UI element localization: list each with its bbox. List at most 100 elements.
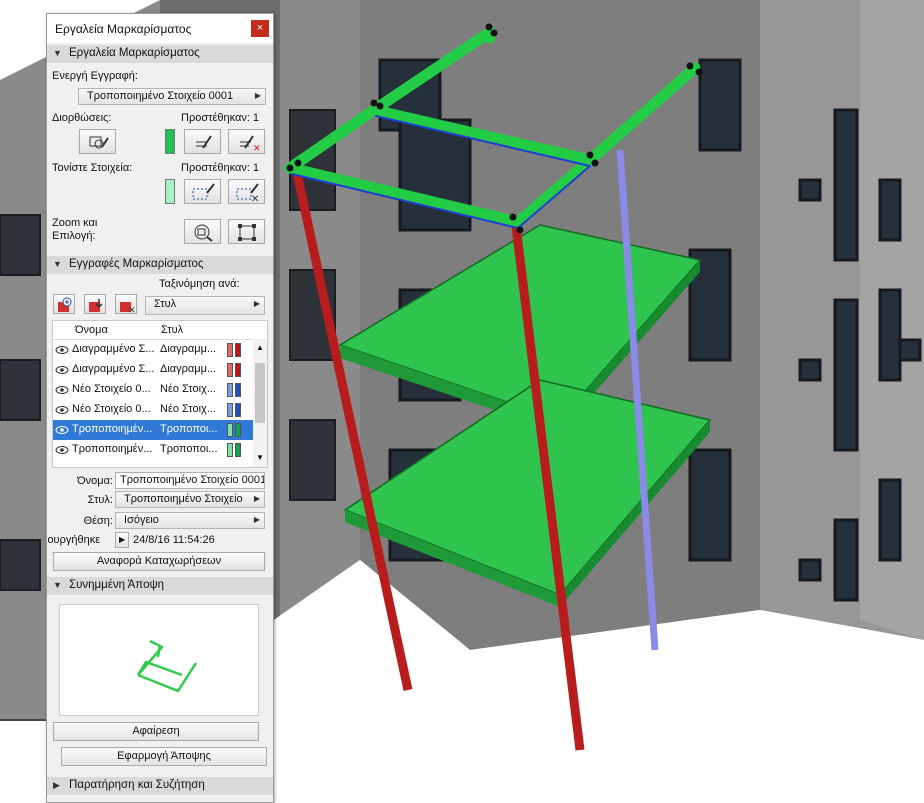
delete-entry-button[interactable]: ✕ [115,294,137,315]
entry-color-outline [235,443,241,457]
entry-style: Διαγραμμ... [160,363,217,375]
active-entry-dropdown[interactable]: Τροποποιημένο Στοιχείο 0001 ▶ [78,88,266,105]
style-value: Τροποποιημένο Στοιχείο [124,493,243,505]
entry-color-outline [235,383,241,397]
view-preview [59,604,259,716]
remove-view-button[interactable]: Αφαίρεση [53,722,259,741]
visibility-eye-icon[interactable] [55,425,69,435]
list-item[interactable]: Διαγραμμένο Σ... Διαγραμμ... [53,360,253,380]
dropdown-arrow-icon: ▶ [253,515,260,524]
entry-name: Τροποποιημέν... [72,443,153,455]
entry-name: Τροποποιημέν... [72,423,153,435]
visibility-eye-icon[interactable] [55,445,69,455]
sort-label: Ταξινόμηση ανά: [159,278,240,290]
entry-name: Διαγραμμένο Σ... [72,343,155,355]
style-label: Στυλ: [87,494,113,506]
close-button[interactable]: × [251,20,269,37]
dropdown-arrow-icon: ▶ [254,91,261,100]
entry-style: Νέο Στοιχ... [160,403,216,415]
entry-color-fill [227,343,233,357]
created-value: 24/8/16 11:54:26 [133,534,215,546]
section-title: Συνημμένη Άποψη [69,579,165,591]
column-header-name[interactable]: Όνομα [75,324,108,336]
scroll-up-icon[interactable]: ▲ [256,343,264,352]
section-comments[interactable]: ▶ Παρατήρηση και Συζήτηση [47,777,273,795]
highlight-color-swatch[interactable] [165,179,175,204]
list-item[interactable]: Τροποποιημέν... Τροποποι... [53,420,253,440]
list-item[interactable]: Νέο Στοιχείο 0... Νέο Στοιχ... [53,380,253,400]
active-entry-label: Ενεργή Εγγραφή: [52,70,138,82]
entry-name: Νέο Στοιχείο 0... [72,403,151,415]
add-highlight-icon [192,183,215,200]
entry-color-fill [227,363,233,377]
preview-drawing [136,639,198,693]
entry-color-outline [235,423,241,437]
svg-text:✕: ✕ [251,194,259,205]
zoom-button[interactable] [184,219,221,244]
report-entries-button[interactable]: Αναφορά Καταχωρήσεων [53,552,265,571]
dropdown-arrow-icon: ▶ [253,494,260,503]
visibility-eye-icon[interactable] [55,405,69,415]
entries-list[interactable]: Όνομα Στυλ Διαγραμμένο Σ... Διαγραμμ... Δι… [52,320,268,468]
new-entry-button[interactable] [53,294,75,314]
remove-correction-icon: ✕ [240,135,261,153]
svg-text:✕: ✕ [253,143,261,153]
entry-color-outline [235,363,241,377]
import-entry-button[interactable] [84,294,106,314]
scroll-thumb[interactable] [255,363,265,423]
style-dropdown[interactable]: Τροποποιημένο Στοιχείο ▶ [115,491,265,508]
column-header-style[interactable]: Στυλ [161,324,183,336]
created-label: ιουργήθηκε [46,534,101,546]
scroll-down-icon[interactable]: ▼ [256,453,264,462]
list-item[interactable]: Τροποποιημέν... Τροποποι... [53,440,253,460]
list-scrollbar[interactable]: ▲ ▼ [253,339,267,467]
palette-titlebar[interactable]: Εργαλεία Μαρκαρίσματος × [47,14,273,43]
position-dropdown[interactable]: Ισόγειο ▶ [115,512,265,529]
entry-style: Διαγραμμ... [160,343,217,355]
remove-correction-button[interactable]: ✕ [228,129,265,154]
entry-name: Νέο Στοιχείο 0... [72,383,151,395]
entry-color-fill [227,443,233,457]
entry-color-outline [235,343,241,357]
zoom-icon [194,224,213,242]
add-correction-button[interactable] [184,129,221,154]
highlight-label: Τονίστε Στοιχεία: [52,162,133,174]
zoom-label-line1: Zoom και [52,217,98,229]
add-highlight-button[interactable] [184,179,221,204]
active-entry-value: Τροποποιημένο Στοιχείο 0001 [87,90,234,102]
section-markup-entries[interactable]: ▼ Εγγραφές Μαρκαρίσματος [47,256,273,274]
select-icon [238,224,256,241]
section-markup-tools[interactable]: ▼ Εργαλεία Μαρκαρίσματος [47,45,273,63]
visibility-eye-icon[interactable] [55,385,69,395]
name-label: Όνομα: [77,475,113,487]
select-elements-button[interactable] [228,219,265,244]
delete-entry-icon: ✕ [120,302,136,315]
sort-value: Στυλ [154,298,177,310]
entry-name: Διαγραμμένο Σ... [72,363,155,375]
svg-text:✕: ✕ [128,305,136,315]
corrections-color-swatch[interactable] [165,129,175,154]
name-field[interactable]: Τροποποιημένο Στοιχείο 0001 [115,472,265,489]
visibility-eye-icon[interactable] [55,345,69,355]
list-item[interactable]: Νέο Στοιχείο 0... Νέο Στοιχ... [53,400,253,420]
play-arrow-icon: ▶ [119,535,126,544]
entry-style: Τροποποι... [160,423,218,435]
remove-highlight-icon: ✕ [236,183,259,205]
section-title: Παρατήρηση και Συζήτηση [69,779,205,791]
entry-color-fill [227,383,233,397]
markup-tools-palette: Εργαλεία Μαρκαρίσματος × ▼ Εργαλεία Μαρκ… [46,13,274,803]
entry-style: Τροποποι... [160,443,218,455]
apply-view-button[interactable]: Εφαρμογή Άποψης [61,747,267,766]
list-item[interactable]: Διαγραμμένο Σ... Διαγραμμ... [53,340,253,360]
visibility-eye-icon[interactable] [55,365,69,375]
created-info-button[interactable]: ▶ [115,532,129,548]
entry-style: Νέο Στοιχ... [160,383,216,395]
collapse-arrow-icon: ▼ [53,48,62,58]
corrections-label: Διορθώσεις: [52,112,112,124]
dropdown-arrow-icon: ▶ [253,299,260,308]
section-attached-view[interactable]: ▼ Συνημμένη Άποψη [47,577,273,595]
new-entry-icon [58,297,72,312]
edit-markup-button[interactable] [79,129,116,154]
sort-dropdown[interactable]: Στυλ ▶ [145,296,265,315]
remove-highlight-button[interactable]: ✕ [228,179,265,205]
